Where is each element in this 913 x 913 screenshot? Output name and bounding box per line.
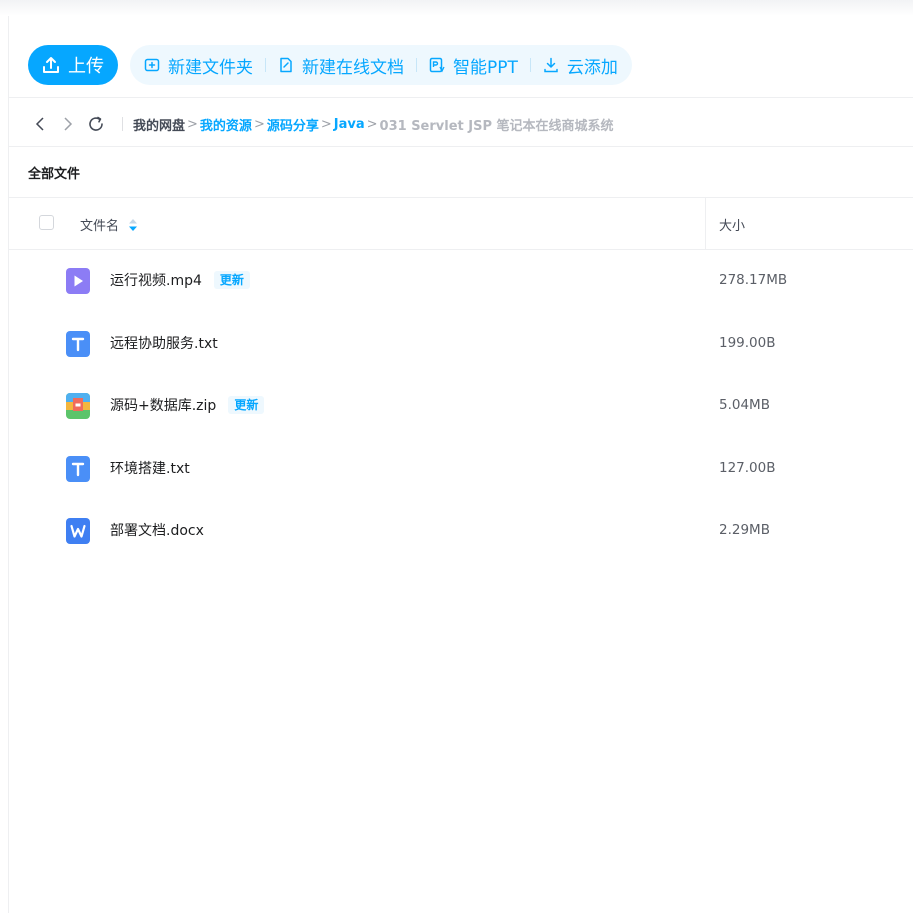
divider [8, 146, 913, 147]
zip-file-icon [66, 393, 90, 419]
upload-icon [43, 57, 59, 73]
chevron-left-icon [35, 117, 44, 131]
file-name[interactable]: 运行视频.mp4 更新 [110, 270, 250, 290]
cloud-add-label: 云添加 [566, 57, 618, 78]
toolbar: 上传 新建文件夹 新建在线文档 智能PPT 云添加 [28, 45, 632, 85]
file-name[interactable]: 远程协助服务.txt [110, 333, 218, 353]
nav-divider [122, 117, 123, 131]
toolbar-divider [416, 58, 417, 72]
breadcrumb-separator: > [253, 116, 265, 132]
sort-icon[interactable] [129, 218, 138, 231]
breadcrumb: 我的网盘 > 我的资源 > 源码分享 > Java > 031 Servlet … [28, 110, 614, 138]
word-file-icon [66, 518, 90, 544]
file-size: 2.29MB [719, 522, 770, 538]
refresh-button[interactable] [84, 112, 108, 136]
column-header-name[interactable]: 文件名 [80, 215, 138, 234]
breadcrumb-separator: > [187, 116, 198, 132]
file-size: 127.00B [719, 460, 776, 476]
file-size: 5.04MB [719, 397, 770, 413]
text-file-icon [66, 331, 90, 357]
table-row[interactable]: 源码+数据库.zip 更新 5.04MB [8, 375, 913, 437]
file-size: 199.00B [719, 335, 776, 351]
table-header: 文件名 大小 [8, 198, 913, 249]
file-name[interactable]: 源码+数据库.zip 更新 [110, 395, 265, 415]
chevron-right-icon [64, 117, 73, 131]
new-doc-icon [280, 57, 292, 73]
column-header-size[interactable]: 大小 [719, 215, 745, 234]
file-size: 278.17MB [719, 272, 788, 288]
divider [8, 97, 913, 98]
breadcrumb-current: 031 Servlet JSP 笔记本在线商城系统 [379, 118, 614, 134]
file-name[interactable]: 环境搭建.txt [110, 458, 190, 478]
new-folder-icon [144, 58, 160, 72]
file-name-label: 源码+数据库.zip [110, 398, 217, 414]
column-divider[interactable] [705, 198, 706, 249]
smart-ppt-icon [429, 57, 445, 73]
toolbar-divider [529, 58, 531, 72]
smart-ppt-button[interactable]: 智能PPT [429, 53, 518, 78]
new-folder-button[interactable]: 新建文件夹 [144, 53, 253, 78]
table-row[interactable]: 运行视频.mp4 更新 278.17MB [8, 250, 913, 312]
forward-button[interactable] [56, 112, 80, 136]
file-name-label: 环境搭建.txt [110, 461, 190, 477]
table-row[interactable]: 远程协助服务.txt 199.00B [8, 313, 913, 375]
file-name[interactable]: 部署文档.docx [110, 520, 204, 540]
breadcrumb-item-my-resources[interactable]: 我的资源 [200, 115, 252, 134]
upload-button[interactable]: 上传 [28, 45, 118, 85]
file-name-label: 远程协助服务.txt [110, 336, 218, 352]
video-file-icon [66, 268, 90, 294]
select-all-checkbox[interactable] [39, 215, 54, 230]
update-badge: 更新 [228, 396, 265, 414]
section-title: 全部文件 [28, 167, 81, 182]
text-file-icon [66, 456, 90, 482]
breadcrumb-item-java[interactable]: Java [334, 117, 365, 132]
column-header-name-label: 文件名 [80, 219, 120, 234]
tool-group: 新建文件夹 新建在线文档 智能PPT 云添加 [130, 45, 632, 85]
refresh-icon [89, 116, 103, 131]
breadcrumb-item-source-share[interactable]: 源码分享 [267, 115, 319, 134]
top-bar-shadow [0, 0, 913, 16]
smart-ppt-label: 智能PPT [453, 57, 518, 78]
download-icon [544, 57, 558, 73]
update-badge: 更新 [213, 271, 250, 289]
table-row[interactable]: 部署文档.docx 2.29MB [8, 500, 913, 562]
file-name-label: 运行视频.mp4 [110, 273, 202, 289]
new-doc-label: 新建在线文档 [302, 57, 404, 78]
breadcrumb-separator: > [366, 116, 378, 132]
table-row[interactable]: 环境搭建.txt 127.00B [8, 438, 913, 500]
new-doc-button[interactable]: 新建在线文档 [278, 53, 404, 78]
toolbar-divider [265, 58, 266, 72]
breadcrumb-separator: > [320, 116, 332, 132]
upload-label: 上传 [68, 56, 104, 77]
cloud-add-button[interactable]: 云添加 [543, 53, 618, 78]
back-button[interactable] [28, 112, 52, 136]
file-name-label: 部署文档.docx [110, 523, 204, 539]
breadcrumb-root[interactable]: 我的网盘 [133, 115, 185, 134]
new-folder-label: 新建文件夹 [168, 57, 253, 78]
